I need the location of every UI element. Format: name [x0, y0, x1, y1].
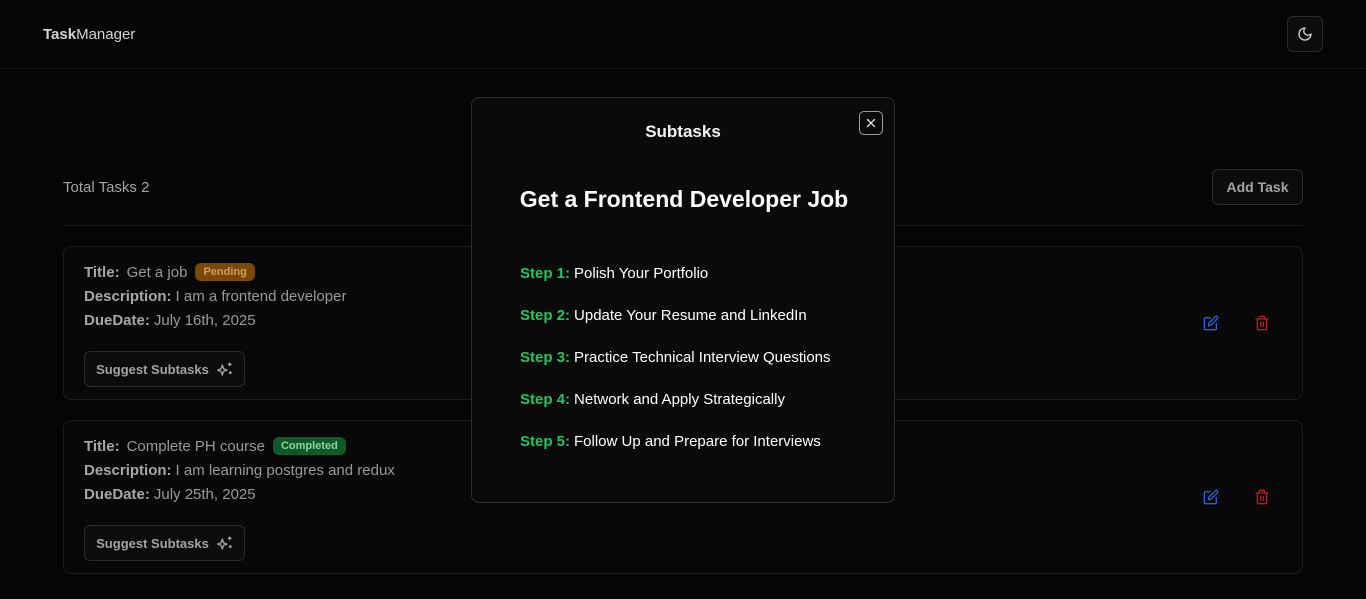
suggest-label: Suggest Subtasks	[96, 535, 209, 551]
logo-rest: Manager	[76, 26, 136, 43]
edit-icon	[1203, 315, 1219, 331]
step-text: Update Your Resume and LinkedIn	[574, 307, 807, 324]
modal-title: Subtasks	[645, 122, 721, 141]
task-title: Complete PH course	[126, 437, 265, 455]
suggest-subtasks-button[interactable]: Suggest Subtasks	[84, 351, 245, 387]
task-due-row: DueDate: July 25th, 2025	[84, 486, 256, 503]
close-icon	[866, 118, 876, 128]
step-number: Step 5:	[520, 433, 571, 450]
status-badge: Completed	[272, 437, 346, 455]
step-number: Step 4:	[520, 391, 571, 408]
step-number: Step 2:	[520, 307, 571, 324]
due-label: DueDate:	[84, 312, 150, 329]
task-description: I am learning postgres and redux	[175, 462, 395, 479]
task-title: Get a job	[126, 263, 188, 281]
edit-task-button[interactable]	[1202, 488, 1220, 506]
delete-task-button[interactable]	[1253, 314, 1271, 332]
delete-task-button[interactable]	[1253, 488, 1271, 506]
moon-icon	[1298, 27, 1312, 41]
subtask-step: Step 2: Update Your Resume and LinkedIn	[520, 307, 807, 324]
edit-icon	[1203, 489, 1219, 505]
subtask-step: Step 4: Network and Apply Strategically	[520, 391, 785, 408]
total-tasks-label: Total Tasks 2	[63, 179, 150, 196]
description-label: Description:	[84, 462, 172, 479]
edit-task-button[interactable]	[1202, 314, 1220, 332]
title-label: Title:	[84, 263, 120, 281]
subtask-step: Step 1: Polish Your Portfolio	[520, 265, 708, 282]
task-description-row: Description: I am learning postgres and …	[84, 462, 395, 479]
due-label: DueDate:	[84, 486, 150, 503]
task-due-date: July 25th, 2025	[153, 486, 256, 503]
status-badge: Pending	[195, 263, 255, 281]
step-text: Polish Your Portfolio	[574, 265, 709, 282]
task-due-row: DueDate: July 16th, 2025	[84, 312, 256, 329]
suggest-subtasks-button[interactable]: Suggest Subtasks	[84, 525, 245, 561]
subtasks-modal: Subtasks Get a Frontend Developer Job St…	[471, 97, 895, 503]
step-number: Step 1:	[520, 265, 571, 282]
logo-bold: Task	[43, 26, 77, 43]
sparkles-icon	[216, 536, 232, 550]
title-label: Title:	[84, 437, 120, 455]
suggest-label: Suggest Subtasks	[96, 361, 209, 377]
navbar: TaskManager	[0, 0, 1366, 69]
task-due-date: July 16th, 2025	[153, 312, 256, 329]
task-title-row: Title: Get a job Pending	[84, 263, 255, 281]
task-description: I am a frontend developer	[175, 288, 347, 305]
trash-icon	[1255, 315, 1269, 331]
task-description-row: Description: I am a frontend developer	[84, 288, 346, 305]
close-modal-button[interactable]	[859, 111, 883, 135]
description-label: Description:	[84, 288, 172, 305]
trash-icon	[1255, 489, 1269, 505]
app-logo[interactable]: TaskManager	[43, 26, 135, 43]
step-number: Step 3:	[520, 349, 571, 366]
step-text: Practice Technical Interview Questions	[574, 349, 831, 366]
goal-heading: Get a Frontend Developer Job	[519, 186, 849, 212]
subtask-step: Step 3: Practice Technical Interview Ques…	[520, 349, 831, 366]
add-task-button[interactable]: Add Task	[1212, 169, 1303, 205]
sparkles-icon	[216, 362, 232, 376]
step-text: Network and Apply Strategically	[574, 391, 785, 408]
task-title-row: Title: Complete PH course Completed	[84, 437, 346, 455]
step-text: Follow Up and Prepare for Interviews	[574, 433, 821, 450]
subtask-step: Step 5: Follow Up and Prepare for Intervi…	[520, 433, 821, 450]
theme-toggle-button[interactable]	[1287, 16, 1323, 52]
